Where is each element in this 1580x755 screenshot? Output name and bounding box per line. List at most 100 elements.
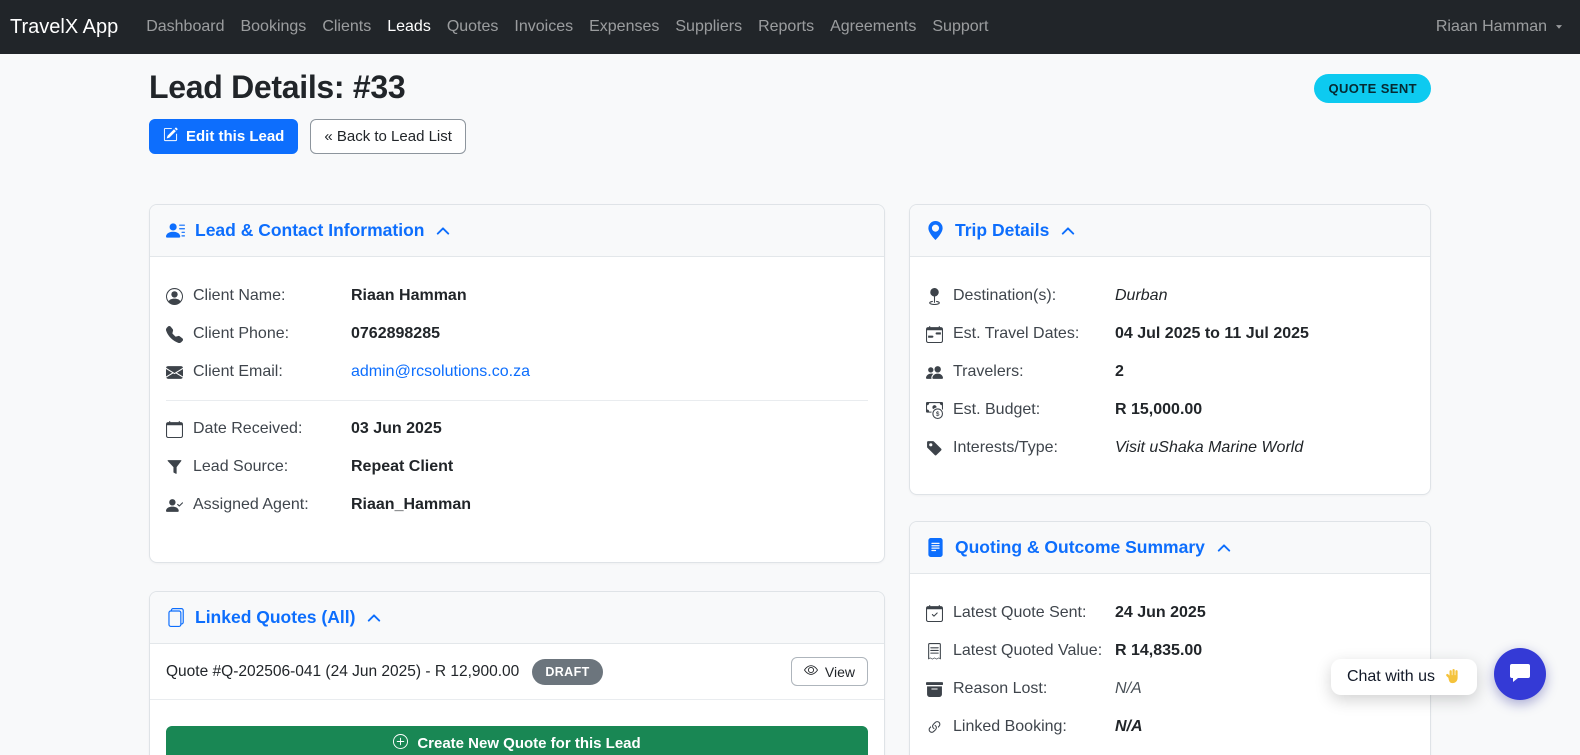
back-to-lead-list-button[interactable]: « Back to Lead List: [310, 119, 466, 154]
chevron-up-icon: [1059, 224, 1075, 238]
receipt-icon: [926, 643, 943, 660]
chat-launcher-button[interactable]: [1494, 648, 1546, 700]
trip-details-card-title: Trip Details: [955, 220, 1049, 241]
waving-hand-icon: [1443, 668, 1461, 686]
field-value: R 14,835.00: [1115, 642, 1202, 660]
plus-circle-icon: [393, 734, 408, 753]
field-label: Reason Lost:: [953, 680, 1115, 698]
main-nav: DashboardBookingsClientsLeadsQuotesInvoi…: [138, 10, 1436, 44]
info-row: Client Email:admin@rcsolutions.co.za: [166, 353, 868, 391]
nav-item-quotes[interactable]: Quotes: [439, 10, 507, 44]
quoting-summary-card-title: Quoting & Outcome Summary: [955, 537, 1205, 558]
chevron-up-icon: [434, 224, 450, 238]
cash-coin-icon: [926, 402, 943, 419]
quoting-summary-card-header[interactable]: Quoting & Outcome Summary: [910, 522, 1430, 574]
field-label: Assigned Agent:: [193, 496, 351, 514]
create-new-quote-button[interactable]: Create New Quote for this Lead: [166, 726, 868, 755]
linked-quotes-card-header[interactable]: Linked Quotes (All): [150, 592, 884, 644]
field-value: 04 Jul 2025 to 11 Jul 2025: [1115, 325, 1309, 343]
create-new-quote-label: Create New Quote for this Lead: [417, 735, 640, 752]
info-row: Date Received:03 Jun 2025: [166, 410, 868, 448]
field-value: R 15,000.00: [1115, 401, 1202, 419]
nav-item-support[interactable]: Support: [924, 10, 996, 44]
quote-status-badge: DRAFT: [532, 659, 602, 685]
edit-lead-label: Edit this Lead: [186, 128, 284, 145]
field-value: 24 Jun 2025: [1115, 604, 1206, 622]
field-label: Est. Travel Dates:: [953, 325, 1115, 343]
top-navbar: TravelX App DashboardBookingsClientsLead…: [0, 0, 1580, 54]
nav-item-leads[interactable]: Leads: [379, 10, 439, 44]
field-label: Client Name:: [193, 287, 351, 305]
edit-lead-button[interactable]: Edit this Lead: [149, 119, 298, 154]
trip-details-card-body: Destination(s):Durban Est. Travel Dates:0…: [910, 257, 1430, 494]
person-lines-icon: [166, 221, 185, 240]
geo-pin-icon: [926, 288, 943, 305]
info-row: Interests/Type:Visit uShaka Marine World: [926, 429, 1414, 467]
calendar-icon: [166, 421, 183, 438]
info-row: Lead Source:Repeat Client: [166, 448, 868, 486]
nav-item-suppliers[interactable]: Suppliers: [667, 10, 750, 44]
field-label: Client Email:: [193, 363, 351, 381]
quote-summary-text: Quote #Q-202506-041 (24 Jun 2025) - R 12…: [166, 663, 519, 681]
field-value: Visit uShaka Marine World: [1115, 439, 1303, 457]
content-grid: Lead & Contact Information Client Name:R…: [149, 204, 1431, 755]
lead-contact-card-header[interactable]: Lead & Contact Information: [150, 205, 884, 257]
field-label: Latest Quote Sent:: [953, 604, 1115, 622]
nav-item-invoices[interactable]: Invoices: [506, 10, 581, 44]
link-icon: [926, 719, 943, 736]
field-label: Lead Source:: [193, 458, 351, 476]
app-brand[interactable]: TravelX App: [10, 16, 118, 39]
trip-details-card-header[interactable]: Trip Details: [910, 205, 1430, 257]
user-menu[interactable]: Riaan Hamman: [1436, 18, 1564, 36]
geo-alt-icon: [926, 221, 945, 240]
field-value: Repeat Client: [351, 458, 453, 476]
field-label: Est. Budget:: [953, 401, 1115, 419]
calendar-check-icon: [926, 605, 943, 622]
status-badge: QUOTE SENT: [1314, 74, 1431, 103]
main-content: Lead Details: #33 QUOTE SENT Edit this L…: [149, 54, 1431, 755]
eye-icon: [804, 663, 818, 680]
nav-item-reports[interactable]: Reports: [750, 10, 822, 44]
nav-item-clients[interactable]: Clients: [314, 10, 379, 44]
field-label: Client Phone:: [193, 325, 351, 343]
info-row: Travelers:2: [926, 353, 1414, 391]
field-label: Travelers:: [953, 363, 1115, 381]
nav-item-expenses[interactable]: Expenses: [581, 10, 667, 44]
calendar-range-icon: [926, 326, 943, 343]
quote-list-item: Quote #Q-202506-041 (24 Jun 2025) - R 12…: [150, 644, 884, 700]
chevron-up-icon: [365, 611, 381, 625]
telephone-icon: [166, 326, 183, 343]
page-title: Lead Details: #33: [149, 69, 405, 106]
caret-down-icon: [1554, 22, 1564, 32]
chat-with-us-tooltip[interactable]: Chat with us: [1331, 659, 1477, 695]
actions-row: Edit this Lead « Back to Lead List: [149, 119, 1431, 154]
linked-quotes-card-title: Linked Quotes (All): [195, 607, 355, 628]
file-text-icon: [926, 538, 945, 557]
field-value: 2: [1115, 363, 1124, 381]
archive-icon: [926, 681, 943, 698]
envelope-icon: [166, 364, 183, 381]
section-divider: [166, 400, 868, 401]
field-value: Durban: [1115, 287, 1167, 305]
person-circle-icon: [166, 288, 183, 305]
left-column: Lead & Contact Information Client Name:R…: [149, 204, 885, 755]
nav-item-dashboard[interactable]: Dashboard: [138, 10, 232, 44]
info-row: Destination(s):Durban: [926, 277, 1414, 315]
title-row: Lead Details: #33 QUOTE SENT: [149, 54, 1431, 106]
field-value: N/A: [1115, 680, 1142, 698]
field-value: 03 Jun 2025: [351, 420, 442, 438]
field-value: Riaan Hamman: [351, 287, 467, 305]
view-quote-button[interactable]: View: [791, 657, 868, 686]
info-row: Latest Quote Sent:24 Jun 2025: [926, 594, 1414, 632]
quoting-summary-card: Quoting & Outcome Summary Latest Quote S…: [909, 521, 1431, 755]
field-value[interactable]: admin@rcsolutions.co.za: [351, 363, 530, 381]
field-value: 0762898285: [351, 325, 440, 343]
field-label: Latest Quoted Value:: [953, 642, 1115, 660]
nav-item-agreements[interactable]: Agreements: [822, 10, 924, 44]
pencil-square-icon: [163, 127, 178, 146]
user-name: Riaan Hamman: [1436, 18, 1547, 36]
field-label: Destination(s):: [953, 287, 1115, 305]
funnel-icon: [166, 459, 183, 476]
nav-item-bookings[interactable]: Bookings: [232, 10, 314, 44]
field-label: Interests/Type:: [953, 439, 1115, 457]
